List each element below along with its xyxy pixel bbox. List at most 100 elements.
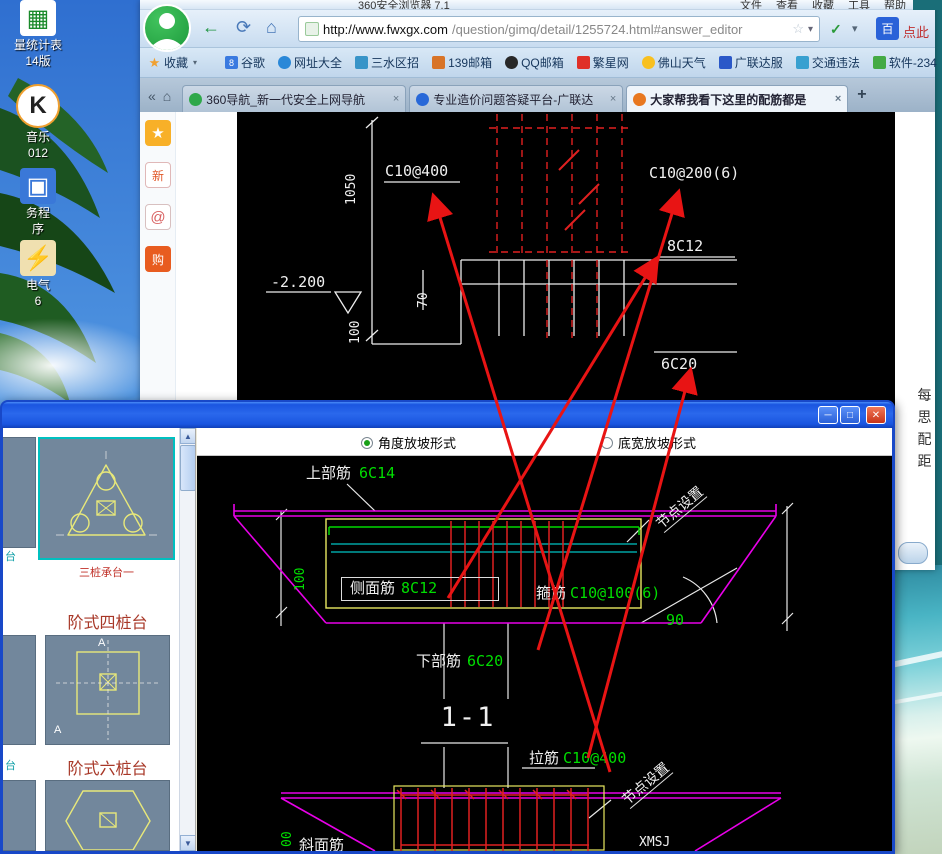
google-icon: 8 [225,56,238,69]
refresh-button[interactable]: ⟳ [236,18,251,36]
tab-label: 大家帮我看下这里的配筋都是 [650,91,831,108]
tab-current-question[interactable]: 大家帮我看下这里的配筋都是 × [626,85,848,112]
doc-icon [355,56,368,69]
bookmark-item-sanshui[interactable]: 三水区招 [355,54,419,71]
tab-360nav[interactable]: 360导航_新一代安全上网导航 × [182,85,406,112]
screen: ▦ 量统计表 14版 K 音乐 012 ▣ 务程 序 ⚡ 电气 6 360安全浏… [0,0,942,854]
desktop-icon-label: 012 [28,146,48,160]
nav-dropdown-icon[interactable]: ▾ [852,22,858,35]
bookmark-label: 广联达服 [735,54,783,71]
bookmark-item-glodon[interactable]: 广联达服 [719,54,783,71]
six-pile-drawing [46,781,169,850]
label-stirrups: 箍筋 C10@100(6) [536,586,660,601]
favorites-star-icon[interactable]: ★ [145,120,171,146]
tab-close-icon[interactable]: × [610,93,616,105]
url-dropdown-icon[interactable]: ▾ [808,24,813,35]
menu-favorites[interactable]: 收藏 [812,0,834,10]
radio-selected-icon [361,437,373,449]
browser-navbar: ← ⟳ ⌂ http://www.fwxgx.com /question/gim… [140,10,935,48]
scroll-down-button[interactable]: ▼ [180,835,196,851]
radio-angle-slope[interactable]: 角度放坡形式 [361,433,456,452]
mail-at-icon[interactable]: @ [145,204,171,230]
scroll-up-button[interactable]: ▲ [180,428,196,444]
red-star-icon [577,56,590,69]
top-bars-value: 6C14 [359,466,395,481]
favorite-star-icon[interactable]: ☆ [792,21,804,37]
template-scrollbar[interactable]: ▲ ▼ [179,428,195,851]
radio-label: 角度放坡形式 [378,433,456,452]
tab-label: 专业造价问题答疑平台-广联达 [433,91,606,108]
minimize-button[interactable]: ─ [818,406,838,424]
bookmark-item-weather[interactable]: 佛山天气 [642,54,706,71]
desktop-icon-electric[interactable]: ⚡ 电气 6 [2,240,74,308]
template-card-partial-1[interactable] [3,437,36,548]
traffic-icon [796,56,809,69]
bookmark-item-qqmail[interactable]: QQ邮箱 [505,54,564,71]
page-scroll-thumb[interactable] [898,542,928,564]
back-button[interactable]: ← [202,18,220,36]
bookmark-item-139mail[interactable]: 139邮箱 [432,54,492,71]
user-avatar[interactable] [143,4,191,52]
dim-70: 70 [417,292,430,308]
home-button[interactable]: ⌂ [266,18,277,36]
person-icon [145,6,189,50]
url-host: http://www.fwxgx.com [323,22,448,37]
bookmark-item-sites[interactable]: 网址大全 [278,54,342,71]
bookmark-item-software[interactable]: 软件-234 [873,54,937,71]
label-top-spacing: C10@400 [385,164,448,179]
slope-type-bar: 角度放坡形式 底宽放坡形式 [197,428,892,456]
radio-unselected-icon [601,437,613,449]
desktop-icon-music[interactable]: K 音乐 012 [2,84,74,160]
dim-bottom: 00 [281,831,294,847]
scroll-thumb[interactable] [180,445,196,491]
template-caption-partial: 台 [5,757,16,773]
sun-icon [642,56,655,69]
new-tab-button[interactable]: + [857,86,866,104]
dialog-titlebar[interactable]: ─ □ ✕ [2,402,893,428]
promo-link[interactable]: 点此 [903,22,929,41]
browser-titlebar[interactable]: 360安全浏览器 7.1 文件 查看 收藏 工具 帮助 [140,0,935,10]
tab-scroll-left-button[interactable]: « [148,88,156,104]
label-side-bars: 侧面筋 8C12 [341,577,499,601]
template-card-partial-3[interactable] [3,780,36,851]
maximize-button[interactable]: □ [840,406,860,424]
section-mark-a: A [54,724,61,736]
template-card-six-pile[interactable] [45,780,170,851]
template-caption-partial: 台 [5,548,16,564]
template-card-four-pile[interactable]: A A [45,635,170,745]
menu-view[interactable]: 查看 [776,0,798,10]
menu-help[interactable]: 帮助 [884,0,906,10]
spreadsheet-icon: ▦ [20,0,56,36]
bookmark-item-google[interactable]: 8谷歌 [225,54,265,71]
baidu-search-icon[interactable]: 百 [876,17,899,40]
desktop-icon-service[interactable]: ▣ 务程 序 [2,168,74,236]
mail-icon [432,56,445,69]
bookmark-item-traffic[interactable]: 交通违法 [796,54,860,71]
radio-width-slope[interactable]: 底宽放坡形式 [601,433,696,452]
template-card-partial-2[interactable] [3,635,36,745]
address-bar[interactable]: http://www.fwxgx.com /question/gimq/deta… [298,16,820,42]
close-button[interactable]: ✕ [866,406,886,424]
menu-file[interactable]: 文件 [740,0,762,10]
tab-glodon-qa[interactable]: 专业造价问题答疑平台-广联达 × [409,85,623,112]
bookmark-label: 交通违法 [812,54,860,71]
tab-close-icon[interactable]: × [835,93,841,105]
bookmark-label: 佛山天气 [658,54,706,71]
desktop-icon-stats[interactable]: ▦ 量统计表 14版 [2,0,74,68]
taobao-icon[interactable]: 购 [145,246,171,272]
menu-tools[interactable]: 工具 [848,0,870,10]
label-elevation: -2.200 [271,275,325,290]
radio-label: 底宽放坡形式 [618,433,696,452]
bookmark-item-fanxing[interactable]: 繁星网 [577,54,629,71]
tie-bars-name: 拉筋 [529,751,559,766]
page-text: 配 [914,428,935,450]
desktop-icon-label: 14版 [25,54,50,68]
security-check-icon[interactable]: ✓ [830,21,842,38]
weibo-icon[interactable]: 新 [145,162,171,188]
bookmark-favorites[interactable]: ★ 收藏 ▾ [148,54,199,71]
bookmark-label: 谷歌 [241,54,265,71]
stirrups-value: C10@100(6) [570,586,660,601]
tab-home-button[interactable]: ⌂ [163,88,171,104]
tab-close-icon[interactable]: × [393,93,399,105]
template-card-tri-pile[interactable] [38,437,175,560]
